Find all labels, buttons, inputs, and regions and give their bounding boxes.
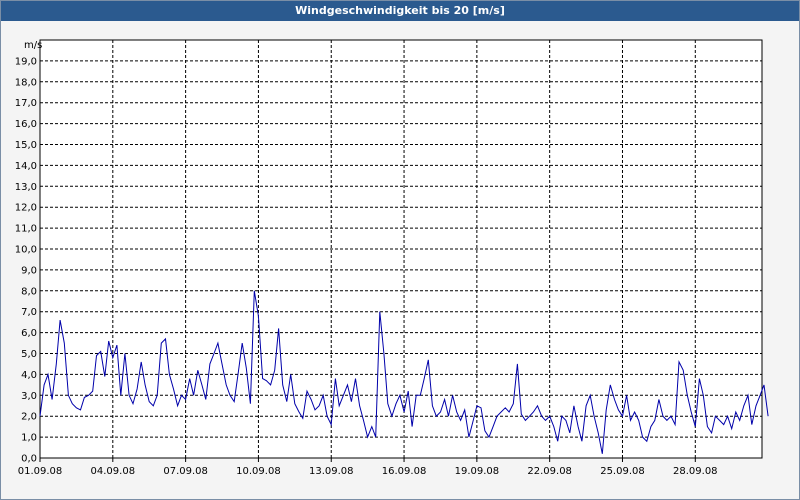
x-tick-label: 01.09.08 — [18, 466, 63, 477]
y-tick-label: 3,0 — [21, 391, 37, 402]
y-axis-tick-labels: 0,0 1,0 2,0 3,0 4,0 5,0 6,0 7,0 8,0 9,0 10,0 11,0 12… — [15, 56, 37, 464]
y-tick-label: 4,0 — [21, 370, 37, 381]
x-tick-label: 13.09.08 — [309, 466, 354, 477]
y-tick-label: 6,0 — [21, 328, 37, 339]
y-tick-label: 1,0 — [21, 433, 37, 444]
y-axis-unit-label: m/s — [24, 40, 42, 51]
y-tick-label: 10,0 — [15, 245, 37, 256]
y-tick-label: 11,0 — [15, 224, 37, 235]
x-tick-label: 19.09.08 — [455, 466, 500, 477]
y-tick-label: 17,0 — [15, 98, 37, 109]
x-tick-label: 16.09.08 — [382, 466, 427, 477]
y-tick-label: 12,0 — [15, 203, 37, 214]
x-tick-label: 04.09.08 — [91, 466, 136, 477]
x-tick-label: 28.09.08 — [673, 466, 718, 477]
x-tick-label: 07.09.08 — [163, 466, 208, 477]
y-tick-label: 19,0 — [15, 56, 37, 67]
y-tick-label: 13,0 — [15, 182, 37, 193]
x-tick-label: 10.09.08 — [236, 466, 281, 477]
y-tick-label: 16,0 — [15, 119, 37, 130]
y-tick-label: 14,0 — [15, 161, 37, 172]
wind-speed-chart: 0,0 1,0 2,0 3,0 4,0 5,0 6,0 7,0 8,0 9,0 10,0 11,0 12… — [15, 39, 769, 477]
y-tick-label: 8,0 — [21, 286, 37, 297]
y-tick-label: 0,0 — [21, 454, 37, 465]
x-axis-tick-labels: 01.09.08 04.09.08 07.09.08 10.09.08 13.09.08… — [18, 458, 718, 477]
y-tick-label: 9,0 — [21, 265, 37, 276]
y-tick-label: 18,0 — [15, 77, 37, 88]
x-tick-label: 25.09.08 — [600, 466, 645, 477]
y-tick-label: 2,0 — [21, 412, 37, 423]
y-tick-label: 7,0 — [21, 307, 37, 318]
y-tick-label: 15,0 — [15, 140, 37, 151]
x-tick-label: 22.09.08 — [527, 466, 572, 477]
y-tick-label: 5,0 — [21, 349, 37, 360]
